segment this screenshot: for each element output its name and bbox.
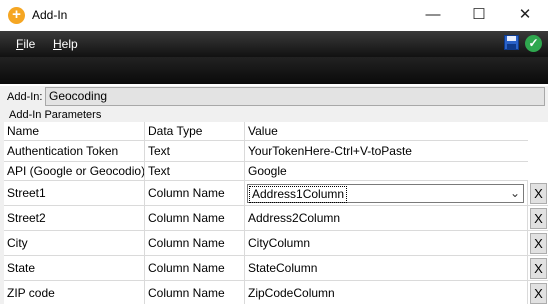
param-value[interactable]: Google bbox=[245, 162, 528, 181]
divider bbox=[0, 84, 548, 86]
param-value[interactable]: Address2Column bbox=[245, 206, 528, 231]
menu-file-label: ile bbox=[23, 37, 36, 51]
window-title: Add-In bbox=[32, 8, 68, 22]
param-type: Text bbox=[145, 162, 245, 181]
param-name: API (Google or Geocodio) bbox=[4, 162, 145, 181]
param-name: Street2 bbox=[4, 206, 145, 231]
param-type: Column Name bbox=[145, 256, 245, 281]
table-row: API (Google or Geocodio) Text Google bbox=[4, 162, 548, 181]
table-row: City Column Name CityColumn X bbox=[4, 231, 548, 256]
toolbar-strip bbox=[0, 57, 548, 84]
chevron-down-icon[interactable]: ⌄ bbox=[510, 185, 520, 202]
param-name: Authentication Token bbox=[4, 141, 145, 162]
remove-cell: X bbox=[528, 206, 548, 231]
param-value[interactable]: ZipCodeColumn bbox=[245, 281, 528, 304]
param-name: ZIP code bbox=[4, 281, 145, 304]
remove-cell: X bbox=[528, 181, 548, 206]
minimize-button[interactable]: — bbox=[410, 0, 456, 31]
params-grid: Name Data Type Value Authentication Toke… bbox=[4, 122, 548, 304]
close-button[interactable]: ✕ bbox=[502, 0, 548, 31]
remove-cell: X bbox=[528, 256, 548, 281]
param-value[interactable]: CityColumn bbox=[245, 231, 528, 256]
ok-check-icon[interactable]: ✓ bbox=[525, 35, 542, 52]
param-value[interactable]: StateColumn bbox=[245, 256, 528, 281]
grid-header-row: Name Data Type Value bbox=[4, 122, 548, 141]
addin-label: Add-In: bbox=[7, 91, 43, 103]
table-row: ZIP code Column Name ZipCodeColumn X bbox=[4, 281, 548, 304]
menu-help-label: elp bbox=[61, 37, 78, 51]
addin-name-field: Geocoding bbox=[45, 87, 545, 106]
header-name: Name bbox=[4, 122, 145, 141]
save-icon[interactable] bbox=[504, 35, 519, 50]
menu-file[interactable]: File bbox=[16, 37, 35, 51]
remove-cell: X bbox=[528, 281, 548, 304]
table-row: Street2 Column Name Address2Column X bbox=[4, 206, 548, 231]
menu-bar: File Help bbox=[0, 31, 548, 57]
param-type: Column Name bbox=[145, 206, 245, 231]
remove-row-button[interactable]: X bbox=[530, 233, 547, 254]
menu-help[interactable]: Help bbox=[53, 37, 78, 51]
params-section-label: Add-In Parameters bbox=[9, 109, 102, 121]
table-row: Street1 Column Name Address1Column ⌄ X bbox=[4, 181, 548, 206]
column-select-value: Address1Column bbox=[249, 186, 348, 203]
param-name: Street1 bbox=[4, 181, 145, 206]
remove-row-button[interactable]: X bbox=[530, 208, 547, 229]
param-value-cell: Address1Column ⌄ bbox=[245, 181, 528, 206]
remove-row-button[interactable]: X bbox=[530, 258, 547, 279]
remove-row-button[interactable]: X bbox=[530, 283, 547, 304]
app-icon: + bbox=[8, 7, 25, 24]
remove-cell: X bbox=[528, 231, 548, 256]
table-row: State Column Name StateColumn X bbox=[4, 256, 548, 281]
header-value: Value bbox=[245, 122, 528, 141]
remove-row-button[interactable]: X bbox=[530, 183, 547, 204]
param-type: Column Name bbox=[145, 281, 245, 304]
header-data-type: Data Type bbox=[145, 122, 245, 141]
param-value[interactable]: YourTokenHere-Ctrl+V-toPaste bbox=[245, 141, 528, 162]
param-name: City bbox=[4, 231, 145, 256]
param-name: State bbox=[4, 256, 145, 281]
param-type: Column Name bbox=[145, 231, 245, 256]
param-type: Text bbox=[145, 141, 245, 162]
title-bar: + Add-In — ☐ ✕ bbox=[0, 0, 548, 31]
maximize-button[interactable]: ☐ bbox=[456, 0, 502, 31]
param-type: Column Name bbox=[145, 181, 245, 206]
menu-help-mnemonic: H bbox=[53, 37, 62, 51]
table-row: Authentication Token Text YourTokenHere-… bbox=[4, 141, 548, 162]
column-select[interactable]: Address1Column ⌄ bbox=[247, 184, 524, 203]
